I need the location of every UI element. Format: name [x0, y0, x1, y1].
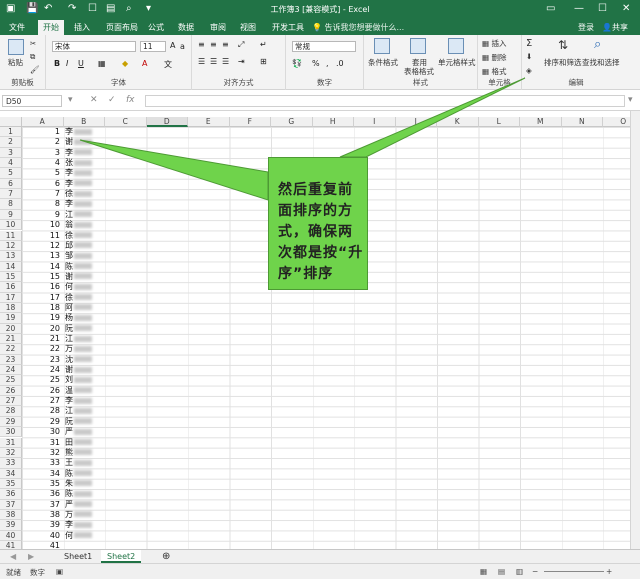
status-ready: 就绪 [6, 568, 21, 577]
normal-view-icon[interactable]: ▦ [480, 567, 487, 576]
status-numlock: 数字 [30, 568, 45, 577]
status-bar: 就绪 数字 ▣ ▦ ▤ ▥ − + [0, 563, 640, 579]
tab-scroll-left-icon[interactable]: ◀ [4, 550, 22, 563]
callout-pointer-right [339, 77, 526, 158]
zoom-out-icon[interactable]: − [532, 567, 538, 576]
zoom-slider[interactable] [544, 571, 604, 572]
callout-text: 然后重复前面排序的方式，确保两次都是按“升序”排序 [278, 182, 364, 282]
macro-record-icon[interactable]: ▣ [56, 567, 63, 576]
sheet-tab-2[interactable]: Sheet2 [101, 550, 142, 563]
new-sheet-icon[interactable]: ⊕ [156, 550, 176, 563]
tab-scroll-right-icon[interactable]: ▶ [22, 550, 40, 563]
sheet-tab-1[interactable]: Sheet1 [58, 550, 98, 563]
page-break-view-icon[interactable]: ▥ [516, 567, 523, 576]
page-layout-view-icon[interactable]: ▤ [498, 567, 505, 576]
zoom-in-icon[interactable]: + [606, 567, 612, 576]
callout-pointer-left [79, 139, 269, 201]
sheet-tabs-bar: ◀ ▶ Sheet1 Sheet2 ⊕ [0, 549, 640, 563]
